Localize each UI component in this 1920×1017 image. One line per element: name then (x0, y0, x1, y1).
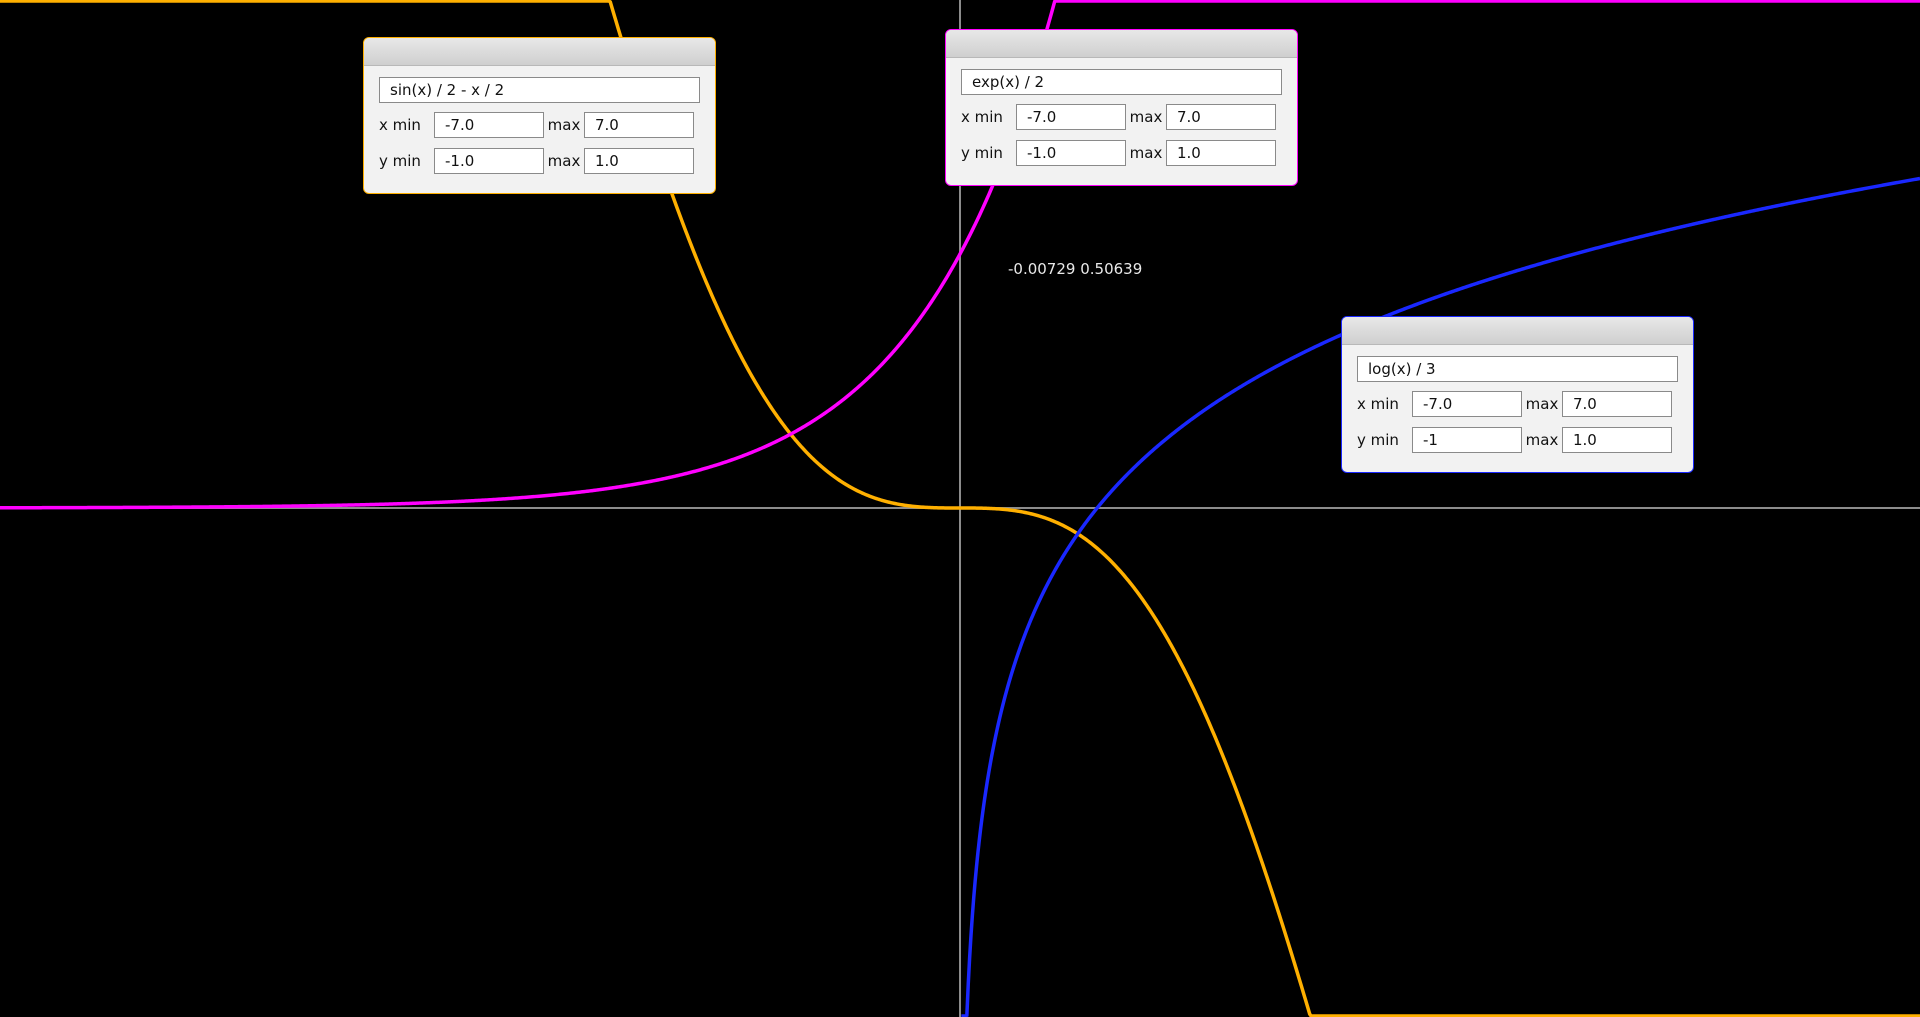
expression-input[interactable] (379, 77, 700, 103)
y-min-input[interactable] (1016, 140, 1126, 166)
x-max-input[interactable] (1166, 104, 1276, 130)
curve-log-expression (961, 176, 1920, 1017)
x-min-input[interactable] (1412, 391, 1522, 417)
y-max-input[interactable] (1166, 140, 1276, 166)
y-min-input[interactable] (434, 148, 544, 174)
panel-titlebar[interactable] (364, 38, 715, 66)
x-max-input[interactable] (1562, 391, 1672, 417)
x-min-input[interactable] (434, 112, 544, 138)
y-min-label: y min (379, 152, 421, 170)
cursor-coordinate-readout: -0.00729 0.50639 (1008, 260, 1143, 278)
y-range-row: y min max (379, 148, 700, 174)
x-range-row: x min max (1357, 391, 1678, 417)
x-min-input[interactable] (1016, 104, 1126, 130)
graph-canvas[interactable]: -0.00729 0.50639 x min max y min max (0, 0, 1920, 1017)
y-max-label: max (1129, 144, 1163, 162)
panel-titlebar[interactable] (1342, 317, 1693, 345)
panel-titlebar[interactable] (946, 30, 1297, 58)
y-max-input[interactable] (1562, 427, 1672, 453)
expression-input[interactable] (1357, 356, 1678, 382)
y-range-row: y min max (1357, 427, 1678, 453)
function-panel-log[interactable]: x min max y min max (1341, 316, 1694, 473)
y-min-label: y min (961, 144, 1003, 162)
y-min-label: y min (1357, 431, 1399, 449)
x-min-label: x min (1357, 395, 1399, 413)
y-max-input[interactable] (584, 148, 694, 174)
y-max-label: max (547, 152, 581, 170)
function-panel-sin[interactable]: x min max y min max (363, 37, 716, 194)
x-min-label: x min (961, 108, 1003, 126)
x-max-input[interactable] (584, 112, 694, 138)
y-range-row: y min max (961, 140, 1282, 166)
y-max-label: max (1525, 431, 1559, 449)
y-min-input[interactable] (1412, 427, 1522, 453)
x-range-row: x min max (961, 104, 1282, 130)
x-max-label: max (547, 116, 581, 134)
expression-input[interactable] (961, 69, 1282, 95)
x-min-label: x min (379, 116, 421, 134)
function-panel-exp[interactable]: x min max y min max (945, 29, 1298, 186)
x-max-label: max (1525, 395, 1559, 413)
x-max-label: max (1129, 108, 1163, 126)
x-range-row: x min max (379, 112, 700, 138)
